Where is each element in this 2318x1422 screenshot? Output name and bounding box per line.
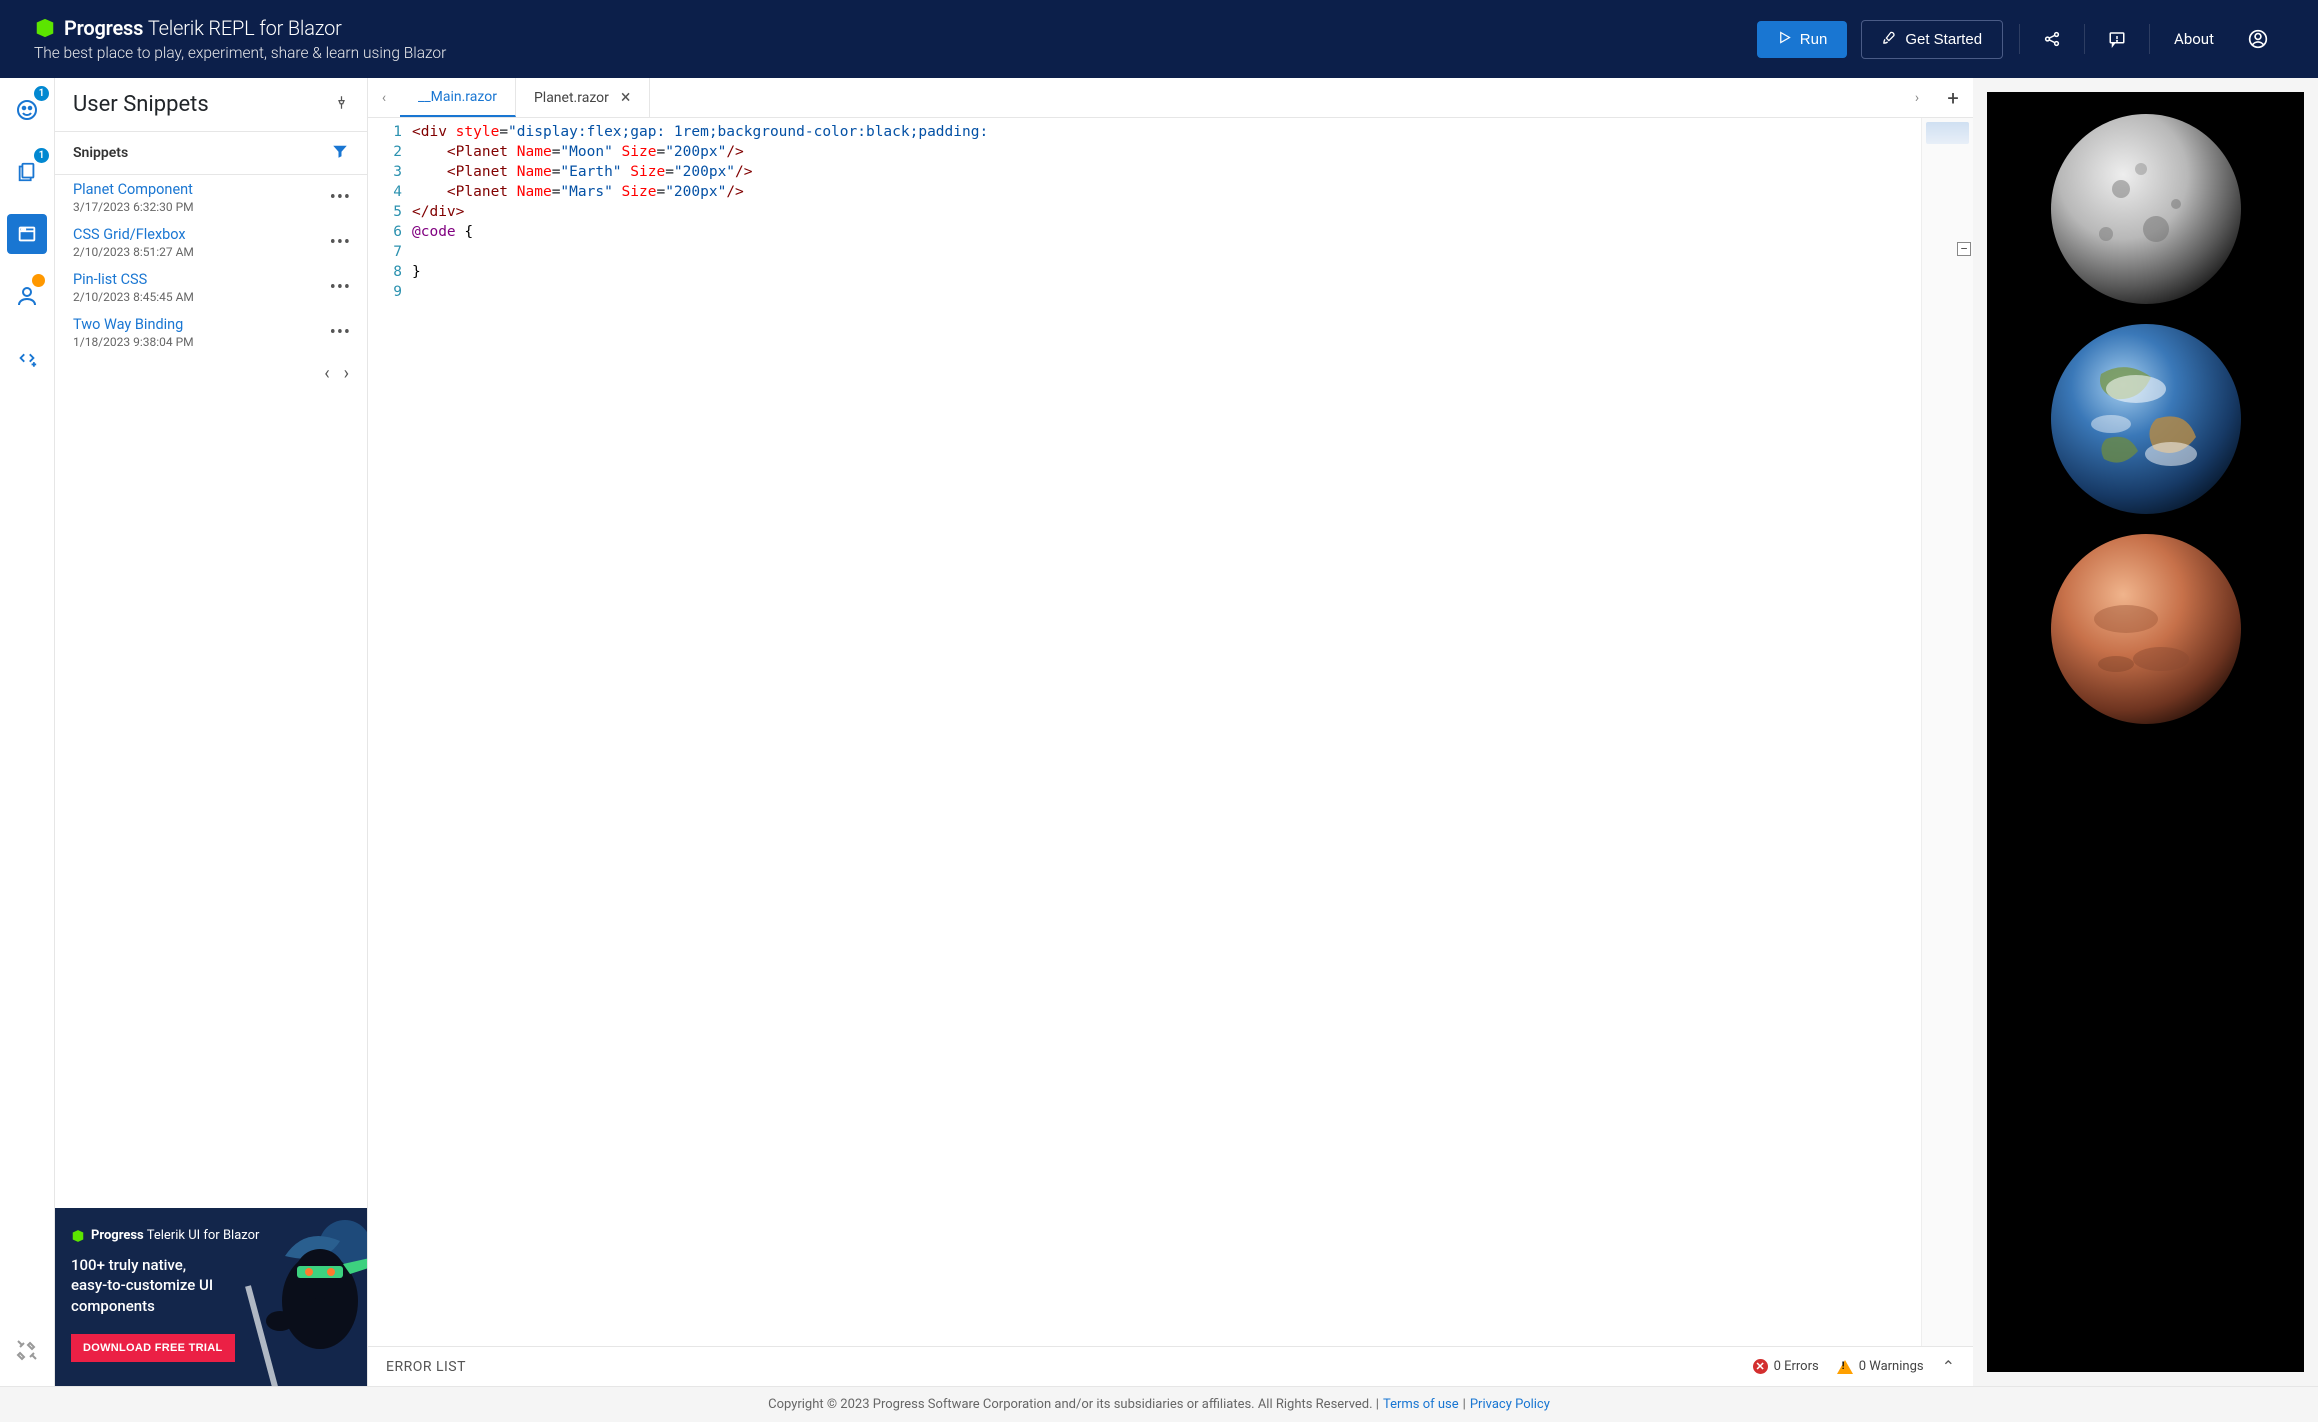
tab-planet[interactable]: Planet.razor × xyxy=(516,78,650,117)
more-icon[interactable]: ••• xyxy=(326,228,355,257)
snippet-name: CSS Grid/Flexbox xyxy=(73,226,194,243)
line-gutter: 123456789 xyxy=(368,118,412,1346)
promo-text: 100+ truly native, easy-to-customize UI … xyxy=(71,1255,221,1316)
rail-snippets-icon[interactable] xyxy=(7,214,47,254)
more-icon[interactable]: ••• xyxy=(326,183,355,212)
sidebar-header: User Snippets xyxy=(55,78,367,131)
minimap[interactable]: − xyxy=(1921,118,1973,1346)
header-right: Run Get Started About xyxy=(1757,19,2284,59)
rail-nuget-icon[interactable]: 1 xyxy=(7,90,47,130)
ninja-illustration xyxy=(225,1216,367,1386)
tab-scroll-left-icon[interactable]: ‹ xyxy=(368,78,400,117)
pager: ‹ › xyxy=(55,355,367,392)
code-editor[interactable]: 123456789 <div style="display:flex;gap: … xyxy=(368,118,1973,1346)
badge: 1 xyxy=(34,86,49,101)
error-icon: ✕ xyxy=(1753,1359,1768,1374)
terms-link[interactable]: Terms of use xyxy=(1383,1397,1459,1412)
more-icon[interactable]: ••• xyxy=(326,318,355,347)
about-link[interactable]: About xyxy=(2156,30,2232,48)
fold-icon[interactable]: − xyxy=(1957,242,1971,256)
planet-earth xyxy=(2046,319,2246,519)
snippet-item[interactable]: Two Way Binding 1/18/2023 9:38:04 PM ••• xyxy=(55,310,367,355)
tab-label: Planet.razor xyxy=(534,90,609,106)
main-layout: 1 1 User Snippets Snippets xyxy=(0,78,2318,1386)
warnings-count[interactable]: 0 Warnings xyxy=(1837,1359,1924,1374)
add-tab-icon[interactable]: + xyxy=(1933,78,1973,117)
progress-logo-icon xyxy=(34,17,56,39)
preview-pane xyxy=(1973,78,2318,1386)
close-icon[interactable]: × xyxy=(621,87,631,108)
pager-next-icon[interactable]: › xyxy=(344,363,349,384)
share-icon[interactable] xyxy=(2026,19,2078,59)
play-icon xyxy=(1777,30,1792,49)
snippet-time: 3/17/2023 6:32:30 PM xyxy=(73,200,194,214)
tab-label: __Main.razor xyxy=(418,89,497,105)
filter-icon[interactable] xyxy=(331,142,349,164)
editor-area: ‹ __Main.razor Planet.razor × › + 123456… xyxy=(368,78,1973,1386)
snippet-time: 2/10/2023 8:51:27 AM xyxy=(73,245,194,259)
activity-rail: 1 1 xyxy=(0,78,55,1386)
footer: Copyright © 2023 Progress Software Corpo… xyxy=(0,1386,2318,1422)
minimap-viewport[interactable] xyxy=(1926,122,1969,144)
get-started-label: Get Started xyxy=(1905,31,1982,48)
snippet-name: Pin-list CSS xyxy=(73,271,194,288)
promo-banner: Progress Telerik UI for Blazor 100+ trul… xyxy=(55,1208,367,1386)
copyright-text: Copyright © 2023 Progress Software Corpo… xyxy=(768,1397,1379,1412)
snippet-list: Planet Component 3/17/2023 6:32:30 PM ••… xyxy=(55,175,367,392)
warning-icon xyxy=(1837,1360,1853,1374)
sidebar-panel: User Snippets Snippets Planet Component … xyxy=(55,78,368,1386)
snippet-time: 1/18/2023 9:38:04 PM xyxy=(73,335,194,349)
privacy-link[interactable]: Privacy Policy xyxy=(1470,1397,1550,1412)
snippet-item[interactable]: Pin-list CSS 2/10/2023 8:45:45 AM ••• xyxy=(55,265,367,310)
badge: 1 xyxy=(34,148,49,163)
snippets-label: Snippets xyxy=(73,145,128,161)
snippet-time: 2/10/2023 8:45:45 AM xyxy=(73,290,194,304)
rail-user-icon[interactable] xyxy=(7,276,47,316)
tagline: The best place to play, experiment, shar… xyxy=(34,44,446,62)
planet-moon xyxy=(2046,109,2246,309)
notification-badge xyxy=(32,274,45,287)
preview-canvas xyxy=(1987,92,2304,1372)
planet-mars xyxy=(2046,529,2246,729)
separator xyxy=(2084,24,2085,54)
errors-count[interactable]: ✕ 0 Errors xyxy=(1753,1359,1819,1374)
error-list-title: ERROR LIST xyxy=(386,1359,466,1375)
get-started-button[interactable]: Get Started xyxy=(1861,20,2003,59)
snippet-name: Planet Component xyxy=(73,181,194,198)
sidebar-title: User Snippets xyxy=(73,92,209,117)
pager-prev-icon[interactable]: ‹ xyxy=(324,363,329,384)
rail-embed-icon[interactable] xyxy=(7,338,47,378)
chevron-up-icon[interactable]: ⌃ xyxy=(1942,1357,1955,1376)
separator xyxy=(2149,24,2150,54)
snippet-name: Two Way Binding xyxy=(73,316,194,333)
user-profile-icon[interactable] xyxy=(2232,19,2284,59)
header-left: Progress Telerik REPL for Blazor The bes… xyxy=(34,16,446,62)
snippet-item[interactable]: CSS Grid/Flexbox 2/10/2023 8:51:27 AM ••… xyxy=(55,220,367,265)
error-list-bar[interactable]: ERROR LIST ✕ 0 Errors 0 Warnings ⌃ xyxy=(368,1346,1973,1386)
pin-icon[interactable] xyxy=(334,95,349,114)
more-icon[interactable]: ••• xyxy=(326,273,355,302)
feedback-icon[interactable] xyxy=(2091,19,2143,59)
rail-settings-icon[interactable] xyxy=(7,1330,47,1370)
run-button[interactable]: Run xyxy=(1757,21,1848,58)
logo-text: Progress Telerik REPL for Blazor xyxy=(64,16,342,40)
app-header: Progress Telerik REPL for Blazor The bes… xyxy=(0,0,2318,78)
tab-scroll-right-icon[interactable]: › xyxy=(1901,78,1933,117)
separator xyxy=(2019,24,2020,54)
code-content[interactable]: <div style="display:flex;gap: 1rem;backg… xyxy=(412,118,1921,1346)
tabs-row: ‹ __Main.razor Planet.razor × › + xyxy=(368,78,1973,118)
run-label: Run xyxy=(1800,31,1828,48)
logo[interactable]: Progress Telerik REPL for Blazor xyxy=(34,16,446,40)
rail-files-icon[interactable]: 1 xyxy=(7,152,47,192)
tab-main[interactable]: __Main.razor xyxy=(400,78,516,117)
snippet-item[interactable]: Planet Component 3/17/2023 6:32:30 PM ••… xyxy=(55,175,367,220)
download-trial-button[interactable]: DOWNLOAD FREE TRIAL xyxy=(71,1334,235,1362)
rocket-icon xyxy=(1882,30,1897,49)
snippets-section-header: Snippets xyxy=(55,132,367,175)
